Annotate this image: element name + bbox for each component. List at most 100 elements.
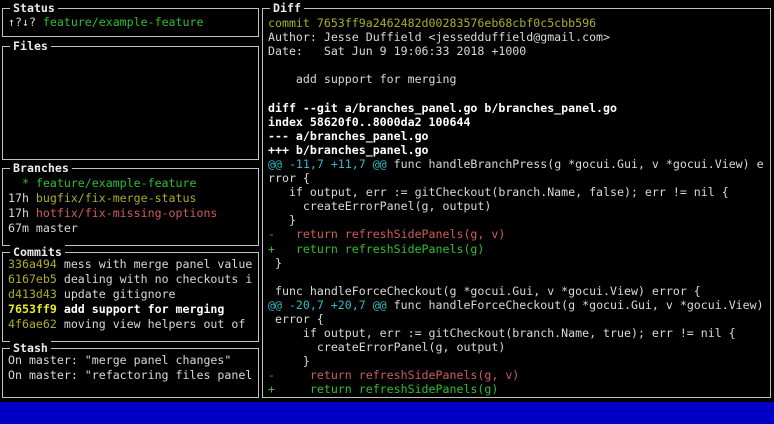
stash-entry[interactable]: On master: "refactoring files panel bbox=[8, 368, 258, 383]
commit-row[interactable]: d413d43 update gitignore bbox=[8, 287, 258, 302]
diff-segment: func handleForceCheckout(g *gocui.Gui, v… bbox=[268, 284, 701, 298]
branch-row[interactable]: * feature/example-feature bbox=[8, 176, 258, 191]
branch-row[interactable]: 67m master bbox=[8, 221, 258, 236]
stash-entry-text: On master: "merge panel changes" bbox=[8, 353, 231, 367]
diff-segment: error { bbox=[268, 312, 324, 326]
status-panel-body: ↑?↓? feature/example-feature bbox=[3, 9, 258, 36]
stash-entry-text: On master: "refactoring files panel bbox=[8, 368, 252, 382]
status-panel[interactable]: Status ↑?↓? feature/example-feature bbox=[2, 8, 259, 37]
branch-row[interactable]: 17h bugfix/fix-merge-status bbox=[8, 191, 258, 206]
branch-name: bugfix/fix-merge-status bbox=[36, 191, 197, 205]
commit-sha: d413d43 bbox=[8, 287, 64, 301]
diff-line: Date: Sat Jun 9 19:06:33 2018 +1000 bbox=[268, 44, 770, 58]
branch-row[interactable]: 17h hotfix/fix-missing-options bbox=[8, 206, 258, 221]
stash-entry[interactable]: On master: "merge panel changes" bbox=[8, 353, 258, 368]
keybindings-bar: g: reset to this commit, r: rename, s: s… bbox=[0, 402, 774, 424]
commit-message: moving view helpers out of bbox=[64, 317, 245, 331]
diff-segment: @@ -20,7 +20,7 @@ bbox=[268, 298, 387, 312]
diff-segment: func handleForceCheckout(g *gocui.Gui, v… bbox=[387, 298, 764, 312]
diff-segment: Author: Jesse Duffield <jessedduffield@g… bbox=[268, 30, 610, 44]
diff-segment: Date: Sat Jun 9 19:06:33 2018 +1000 bbox=[268, 44, 526, 58]
diff-line: commit 7653ff9a2462482d00283576eb68cbf0c… bbox=[268, 16, 770, 30]
commits-list: 336a494 mess with merge panel value6167e… bbox=[3, 253, 258, 341]
commit-message: dealing with no checkouts i bbox=[64, 272, 252, 286]
files-list bbox=[3, 47, 258, 159]
diff-line: + return refreshSidePanels(g) bbox=[268, 382, 770, 396]
diff-segment: diff --git a/branches_panel.go b/branche… bbox=[268, 101, 617, 115]
diff-panel[interactable]: Diff commit 7653ff9a2462482d00283576eb68… bbox=[262, 8, 771, 398]
diff-segment: } bbox=[268, 354, 310, 368]
branch-name: feature/example-feature bbox=[36, 176, 197, 190]
diff-segment: if output, err := gitCheckout(branch.Nam… bbox=[268, 326, 736, 340]
diff-segment: add support for merging bbox=[268, 72, 456, 86]
commit-row[interactable]: 6167eb5 dealing with no checkouts i bbox=[8, 272, 258, 287]
branch-name: hotfix/fix-missing-options bbox=[36, 206, 217, 220]
commit-row[interactable]: 336a494 mess with merge panel value bbox=[8, 257, 258, 272]
commit-message: mess with merge panel value bbox=[64, 257, 252, 271]
diff-line: @@ -11,7 +11,7 @@ func handleBranchPress… bbox=[268, 157, 770, 171]
commit-sha: 4f6ae62 bbox=[8, 317, 64, 331]
diff-line bbox=[268, 58, 770, 72]
diff-line: diff --git a/branches_panel.go b/branche… bbox=[268, 101, 770, 115]
branch-name: master bbox=[36, 221, 78, 235]
diff-line bbox=[268, 270, 770, 284]
diff-line: } bbox=[268, 256, 770, 270]
diff-line: rror { bbox=[268, 171, 770, 185]
diff-segment: createErrorPanel(g, output) bbox=[268, 340, 505, 354]
diff-segment: - return refreshSidePanels(g, v) bbox=[268, 368, 519, 382]
diff-line: createErrorPanel(g, output) bbox=[268, 199, 770, 213]
branch-recency: 67m bbox=[8, 221, 36, 235]
commit-sha: 7653ff9 bbox=[8, 302, 64, 316]
diff-line: +++ b/branches_panel.go bbox=[268, 143, 770, 157]
diff-segment: --- a/branches_panel.go bbox=[268, 129, 429, 143]
diff-line: + return refreshSidePanels(g) bbox=[268, 242, 770, 256]
diff-segment: func handleBranchPress(g *gocui.Gui, v *… bbox=[387, 157, 764, 171]
diff-line: @@ -20,7 +20,7 @@ func handleForceChecko… bbox=[268, 298, 770, 312]
diff-line bbox=[268, 86, 770, 100]
commit-message: add support for merging bbox=[64, 302, 225, 316]
diff-line: --- a/branches_panel.go bbox=[268, 129, 770, 143]
branch-recency: * bbox=[8, 176, 36, 190]
diff-line: Author: Jesse Duffield <jessedduffield@g… bbox=[268, 30, 770, 44]
diff-segment: } bbox=[268, 256, 282, 270]
status-line: ↑?↓? feature/example-feature bbox=[8, 15, 258, 30]
diff-line: add support for merging bbox=[268, 72, 770, 86]
files-panel[interactable]: Files bbox=[2, 46, 259, 160]
current-branch-name: feature/example-feature bbox=[43, 15, 204, 29]
diff-line: } bbox=[268, 213, 770, 227]
diff-line: - return refreshSidePanels(g, v) bbox=[268, 227, 770, 241]
branch-sync-indicators: ↑?↓? bbox=[8, 15, 43, 29]
commits-panel[interactable]: Commits 336a494 mess with merge panel va… bbox=[2, 252, 259, 342]
diff-segment: } bbox=[268, 213, 296, 227]
branches-panel[interactable]: Branches * feature/example-feature17h bu… bbox=[2, 168, 259, 246]
diff-segment: - return refreshSidePanels(g, v) bbox=[268, 227, 505, 241]
lazygit-terminal: Status ↑?↓? feature/example-feature File… bbox=[0, 0, 774, 424]
diff-line: createErrorPanel(g, output) bbox=[268, 340, 770, 354]
diff-line: - return refreshSidePanels(g, v) bbox=[268, 368, 770, 382]
branch-recency: 17h bbox=[8, 206, 36, 220]
commit-sha: 336a494 bbox=[8, 257, 64, 271]
diff-segment: if output, err := gitCheckout(branch.Nam… bbox=[268, 185, 729, 199]
diff-segment: +++ b/branches_panel.go bbox=[268, 143, 429, 157]
commit-row-selected[interactable]: 7653ff9 add support for merging bbox=[8, 302, 258, 317]
commit-row[interactable]: 4f6ae62 moving view helpers out of bbox=[8, 317, 258, 332]
diff-line: func handleForceCheckout(g *gocui.Gui, v… bbox=[268, 284, 770, 298]
diff-line: index 58620f0..8000da2 100644 bbox=[268, 115, 770, 129]
diff-content: commit 7653ff9a2462482d00283576eb68cbf0c… bbox=[263, 9, 770, 397]
diff-segment: rror { bbox=[268, 171, 310, 185]
stash-list: On master: "merge panel changes"On maste… bbox=[3, 349, 258, 397]
diff-line: if output, err := gitCheckout(branch.Nam… bbox=[268, 185, 770, 199]
diff-line: } bbox=[268, 354, 770, 368]
diff-segment: + return refreshSidePanels(g) bbox=[268, 382, 498, 396]
branches-list: * feature/example-feature17h bugfix/fix-… bbox=[3, 169, 258, 245]
diff-segment: createErrorPanel(g, output) bbox=[268, 199, 491, 213]
diff-line: if output, err := gitCheckout(branch.Nam… bbox=[268, 326, 770, 340]
branch-recency: 17h bbox=[8, 191, 36, 205]
diff-segment: commit 7653ff9a2462482d00283576eb68cbf0c… bbox=[268, 16, 596, 30]
stash-panel[interactable]: Stash On master: "merge panel changes"On… bbox=[2, 348, 259, 398]
diff-segment: + return refreshSidePanels(g) bbox=[268, 242, 484, 256]
commit-sha: 6167eb5 bbox=[8, 272, 64, 286]
diff-line: error { bbox=[268, 312, 770, 326]
diff-segment: index 58620f0..8000da2 100644 bbox=[268, 115, 470, 129]
diff-segment: @@ -11,7 +11,7 @@ bbox=[268, 157, 387, 171]
